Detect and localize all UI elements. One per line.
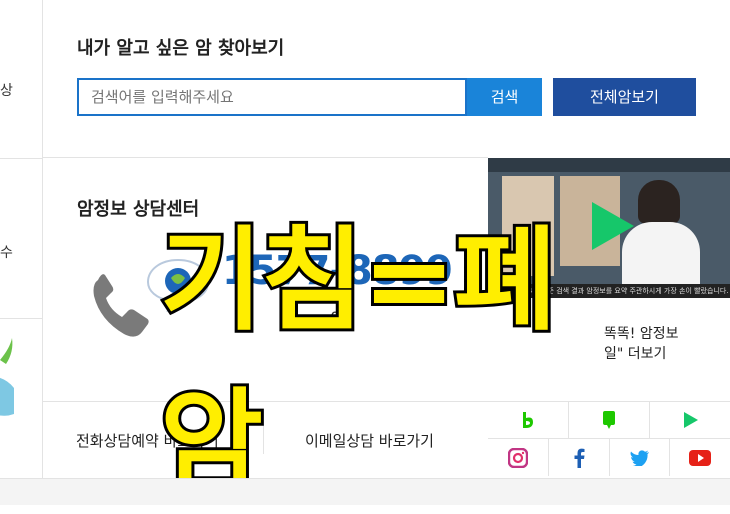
play-icon bbox=[684, 412, 698, 428]
sns-youtube-button[interactable] bbox=[670, 439, 730, 476]
search-input[interactable] bbox=[77, 78, 467, 116]
overlay-headline: 기침=폐암 bbox=[157, 213, 560, 511]
globe-illustration-icon bbox=[0, 338, 14, 416]
side-promo[interactable]: 똑똑! 암정보 일" 더보기 bbox=[604, 324, 678, 364]
divider bbox=[42, 157, 488, 158]
youtube-icon bbox=[689, 449, 711, 466]
side-promo-line1: 똑똑! 암정보 bbox=[604, 326, 679, 342]
divider bbox=[0, 318, 42, 319]
doctor-head bbox=[638, 180, 680, 224]
footer-bar bbox=[0, 478, 730, 505]
search-button[interactable]: 검색 bbox=[467, 78, 542, 116]
left-panel-text-top: 상 bbox=[0, 83, 13, 99]
view-all-cancers-button[interactable]: 전체암보기 bbox=[553, 78, 696, 116]
sns-play-button[interactable] bbox=[650, 402, 730, 439]
divider bbox=[0, 158, 42, 159]
left-panel: 상 수 bbox=[0, 0, 43, 478]
search-section-title: 내가 알고 싶은 암 찾아보기 bbox=[77, 38, 285, 59]
video-top-bar bbox=[488, 158, 730, 172]
side-promo-line2: 일" 더보기 bbox=[604, 346, 667, 362]
left-panel-text-mid: 수 bbox=[0, 245, 13, 261]
sns-twitter-button[interactable] bbox=[610, 439, 670, 476]
blog-icon bbox=[603, 411, 615, 429]
twitter-icon bbox=[629, 449, 649, 466]
